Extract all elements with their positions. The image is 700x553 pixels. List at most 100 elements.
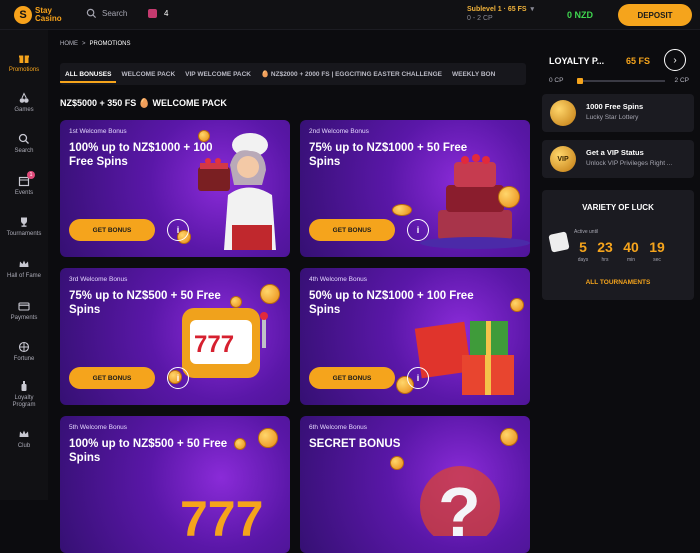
- bonus-headline: 75% up to NZ$1000 + 50 Free Spins: [309, 142, 468, 168]
- info-icon[interactable]: i: [407, 219, 429, 241]
- gift-icon: [18, 52, 30, 64]
- coin-icon: [498, 186, 520, 208]
- logo-text: Stay Casino: [35, 7, 62, 23]
- sidebar-item-loyalty[interactable]: Loyalty Program: [0, 380, 48, 409]
- sidebar-item-payments[interactable]: Payments: [0, 300, 48, 322]
- sidebar-item-hall-of-fame[interactable]: Hall of Fame: [0, 258, 48, 280]
- coins-icon: [550, 100, 576, 126]
- svg-text:?: ?: [438, 473, 481, 536]
- bonus-card-1[interactable]: 1st Welcome Bonus 100% up to NZ$1000 + 1…: [60, 120, 290, 257]
- bonus-label: 6th Welcome Bonus: [309, 424, 368, 431]
- calendar-icon: 1: [18, 171, 35, 187]
- sidebar-item-search[interactable]: Search: [0, 133, 48, 155]
- sidebar-label: Events: [14, 190, 34, 196]
- sidebar-item-club[interactable]: Club: [0, 428, 48, 450]
- timer-seconds-label: sec: [653, 257, 661, 263]
- loyalty-progress: 0 CP 2 CP: [549, 76, 689, 86]
- get-bonus-button[interactable]: GET BONUS: [309, 219, 395, 241]
- timer-minutes: 40: [623, 239, 639, 255]
- cherries-icon: [18, 92, 30, 104]
- bonus-card-3[interactable]: 777 3rd Welcome Bonus 75% up to NZ$500 +…: [60, 268, 290, 405]
- sidebar-item-tournaments[interactable]: Tournaments: [0, 216, 48, 238]
- tab-welcome-pack[interactable]: WELCOME PACK: [116, 71, 180, 78]
- info-icon[interactable]: i: [167, 219, 189, 241]
- logo-line-2: Casino: [35, 14, 62, 23]
- progress-track: [577, 78, 665, 84]
- tab-vip-welcome-pack[interactable]: VIP WELCOME PACK: [180, 71, 256, 78]
- chevron-right-icon[interactable]: ›: [664, 49, 686, 71]
- tab-easter-challenge[interactable]: 🥚 NZ$2000 + 2000 FS | EGGCITING EASTER C…: [256, 70, 447, 78]
- cp-end: 2 CP: [674, 77, 689, 84]
- breadcrumb-current: PROMOTIONS: [89, 41, 131, 47]
- main-content: HOME > PROMOTIONS ALL BONUSES WELCOME PACK…: [48, 30, 540, 553]
- vip-card[interactable]: VIP Get a VIP Status Unlock VIP Privileg…: [542, 140, 694, 178]
- coin-icon: [260, 284, 280, 304]
- level-dropdown[interactable]: Sublevel 1 · 65 FS ▾ 0 - 2 CP: [467, 5, 534, 23]
- events-badge: 1: [27, 171, 35, 179]
- svg-text:777: 777: [180, 491, 263, 536]
- search-icon: [18, 133, 30, 145]
- bonus-label: 3rd Welcome Bonus: [69, 276, 128, 283]
- bonus-label: 4th Welcome Bonus: [309, 276, 368, 283]
- active-until-label: Active until: [574, 229, 599, 235]
- sidebar-label: Promotions: [8, 67, 40, 73]
- brand-logo[interactable]: S Stay Casino: [14, 3, 74, 27]
- bonus-card-6[interactable]: ? 6th Welcome Bonus SECRET BONUS: [300, 416, 530, 553]
- trophy-icon: [18, 216, 30, 228]
- loyalty-free-spins: 65 FS: [626, 56, 651, 66]
- bonus-headline: SECRET BONUS: [309, 438, 401, 450]
- question-mark-illustration: ?: [420, 466, 500, 536]
- bonus-headline: 75% up to NZ$500 + 50 Free Spins: [69, 290, 221, 316]
- sidebar-label: Club: [17, 443, 31, 449]
- wheel-icon: [18, 341, 30, 353]
- tab-all-bonuses[interactable]: ALL BONUSES: [60, 71, 117, 83]
- all-tournaments-link[interactable]: ALL TOURNAMENTS: [542, 279, 694, 286]
- club-crown-icon: [18, 428, 30, 440]
- gift-icon: [148, 9, 157, 18]
- sidebar-label: Tournaments: [6, 231, 42, 237]
- gift-count: 4: [164, 9, 169, 18]
- section-title: NZ$5000 + 350 FS 🥚 WELCOME PACK: [60, 98, 227, 108]
- lucky-sevens-illustration: 777: [180, 491, 263, 536]
- lottery-title: 1000 Free Spins: [586, 102, 644, 111]
- info-icon[interactable]: i: [407, 367, 429, 389]
- gifts-button[interactable]: 4: [148, 9, 168, 18]
- gifts-illustration: [414, 321, 514, 395]
- sublevel-text: Sublevel 1 · 65 FS: [467, 6, 527, 13]
- coin-icon: [392, 204, 412, 216]
- sidebar-item-fortune[interactable]: Fortune: [0, 341, 48, 363]
- breadcrumb-home[interactable]: HOME: [60, 41, 78, 47]
- vip-badge-icon: VIP: [550, 146, 576, 172]
- info-icon[interactable]: i: [167, 367, 189, 389]
- sidebar-label: Search: [14, 148, 34, 154]
- loyalty-title[interactable]: LOYALTY P...: [549, 56, 604, 66]
- sidebar-label: Games: [14, 107, 34, 113]
- dice-icon: [548, 231, 570, 253]
- sidebar-item-games[interactable]: Games: [0, 92, 48, 114]
- tournament-title: VARIETY OF LUCK: [582, 203, 654, 212]
- get-bonus-button[interactable]: GET BONUS: [69, 219, 155, 241]
- coin-icon: [500, 428, 518, 446]
- bonus-card-4[interactable]: 4th Welcome Bonus 50% up to NZ$1000 + 10…: [300, 268, 530, 405]
- right-panel: LOYALTY P... 65 FS › 0 CP 2 CP 1000 Free…: [540, 30, 700, 500]
- lottery-card[interactable]: 1000 Free Spins Lucky Star Lottery: [542, 94, 694, 132]
- sidebar-item-promotions[interactable]: Promotions: [0, 52, 48, 74]
- timer-seconds: 19: [649, 239, 665, 255]
- balance-amount[interactable]: 0 NZD: [567, 10, 593, 20]
- vip-title: Get a VIP Status: [586, 148, 644, 157]
- deposit-button[interactable]: DEPOSIT: [618, 4, 692, 26]
- bonus-card-5[interactable]: 777 5th Welcome Bonus 100% up to NZ$500 …: [60, 416, 290, 553]
- top-bar: S Stay Casino Search 4 Sublevel 1 · 65 F…: [0, 0, 700, 30]
- search-button[interactable]: Search: [86, 8, 127, 19]
- logo-mark-icon: S: [14, 6, 32, 24]
- get-bonus-button[interactable]: GET BONUS: [69, 367, 155, 389]
- tab-weekly-bonus[interactable]: WEEKLY BON: [447, 71, 500, 78]
- get-bonus-button[interactable]: GET BONUS: [309, 367, 395, 389]
- bonus-tabs: ALL BONUSES WELCOME PACK VIP WELCOME PAC…: [60, 63, 526, 85]
- coin-icon: [258, 428, 278, 448]
- bonus-card-2[interactable]: 2nd Welcome Bonus 75% up to NZ$1000 + 50…: [300, 120, 530, 257]
- breadcrumb-separator: >: [82, 41, 86, 47]
- sidebar-item-events[interactable]: 1 Events: [0, 171, 48, 197]
- bonus-label: 1st Welcome Bonus: [69, 128, 127, 135]
- sidebar-label: Loyalty Program: [12, 395, 36, 408]
